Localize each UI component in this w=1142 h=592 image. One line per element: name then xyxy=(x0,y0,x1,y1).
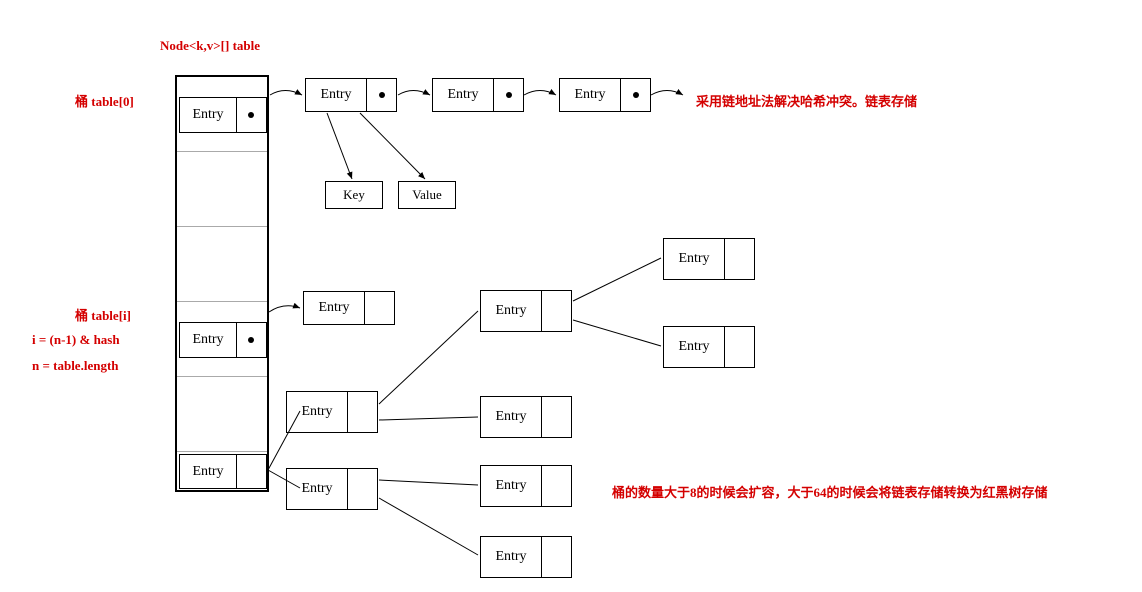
entry-pointer xyxy=(493,79,524,111)
table-slot-empty xyxy=(177,227,267,302)
table-column: Entry Entry Entry xyxy=(175,75,269,492)
table-slot-empty xyxy=(177,377,267,452)
entry-label: Entry xyxy=(306,79,366,111)
entry-label: Entry xyxy=(180,455,236,488)
dot-icon xyxy=(506,92,512,98)
entry-label: Entry xyxy=(433,79,493,111)
dot-icon xyxy=(379,92,385,98)
entry-label: Entry xyxy=(180,98,236,132)
entry-pointer xyxy=(366,79,397,111)
dot-icon xyxy=(248,337,254,343)
entry-box: Entry xyxy=(179,322,267,358)
entry-box: Entry xyxy=(286,468,378,510)
entry-box: Entry xyxy=(480,465,572,507)
entry-label: Entry xyxy=(481,291,541,331)
entry-label: Entry xyxy=(481,466,541,506)
entry-box: Entry xyxy=(432,78,524,112)
value-box: Value xyxy=(398,181,456,209)
title-label: Node<k,v>[] table xyxy=(160,38,260,54)
key-box: Key xyxy=(325,181,383,209)
chain-annotation: 采用链地址法解决哈希冲突。链表存储 xyxy=(696,91,917,110)
table-slot-i: Entry xyxy=(177,302,267,377)
entry-label: Entry xyxy=(180,323,236,357)
formula2-label: n = table.length xyxy=(32,358,119,374)
entry-pointer xyxy=(541,537,572,577)
dot-icon xyxy=(633,92,639,98)
entry-box: Entry xyxy=(303,291,395,325)
entry-box: Entry xyxy=(179,97,267,133)
entry-label: Entry xyxy=(304,292,364,324)
entry-label: Entry xyxy=(664,239,724,279)
entry-pointer xyxy=(541,466,572,506)
tree-annotation: 桶的数量大于8的时候会扩容，大于64的时候会将链表存储转换为红黑树存储 xyxy=(612,482,1048,501)
entry-box: Entry xyxy=(305,78,397,112)
entry-label: Entry xyxy=(481,397,541,437)
entry-label: Entry xyxy=(287,469,347,509)
entry-label: Entry xyxy=(287,392,347,432)
entry-label: Entry xyxy=(481,537,541,577)
entry-pointer xyxy=(620,79,651,111)
entry-box: Entry xyxy=(663,326,755,368)
entry-pointer xyxy=(724,239,755,279)
entry-pointer xyxy=(724,327,755,367)
bucketI-label: 桶 table[i] xyxy=(75,305,131,324)
entry-box: Entry xyxy=(559,78,651,112)
formula1-label: i = (n-1) & hash xyxy=(32,332,120,348)
table-slot-empty xyxy=(177,152,267,227)
entry-box: Entry xyxy=(663,238,755,280)
entry-pointer xyxy=(236,98,265,132)
entry-pointer xyxy=(236,323,265,357)
entry-box: Entry xyxy=(480,290,572,332)
entry-pointer xyxy=(347,469,378,509)
entry-label: Entry xyxy=(664,327,724,367)
entry-box: Entry xyxy=(480,396,572,438)
entry-box: Entry xyxy=(179,454,267,489)
entry-box: Entry xyxy=(286,391,378,433)
bucket0-label: 桶 table[0] xyxy=(75,91,134,110)
entry-pointer xyxy=(236,455,265,488)
entry-pointer xyxy=(541,397,572,437)
entry-pointer xyxy=(347,392,378,432)
entry-pointer xyxy=(364,292,395,324)
entry-box: Entry xyxy=(480,536,572,578)
entry-pointer xyxy=(541,291,572,331)
table-slot-last: Entry xyxy=(177,452,267,490)
dot-icon xyxy=(248,112,254,118)
entry-label: Entry xyxy=(560,79,620,111)
table-slot-0: Entry xyxy=(177,77,267,152)
